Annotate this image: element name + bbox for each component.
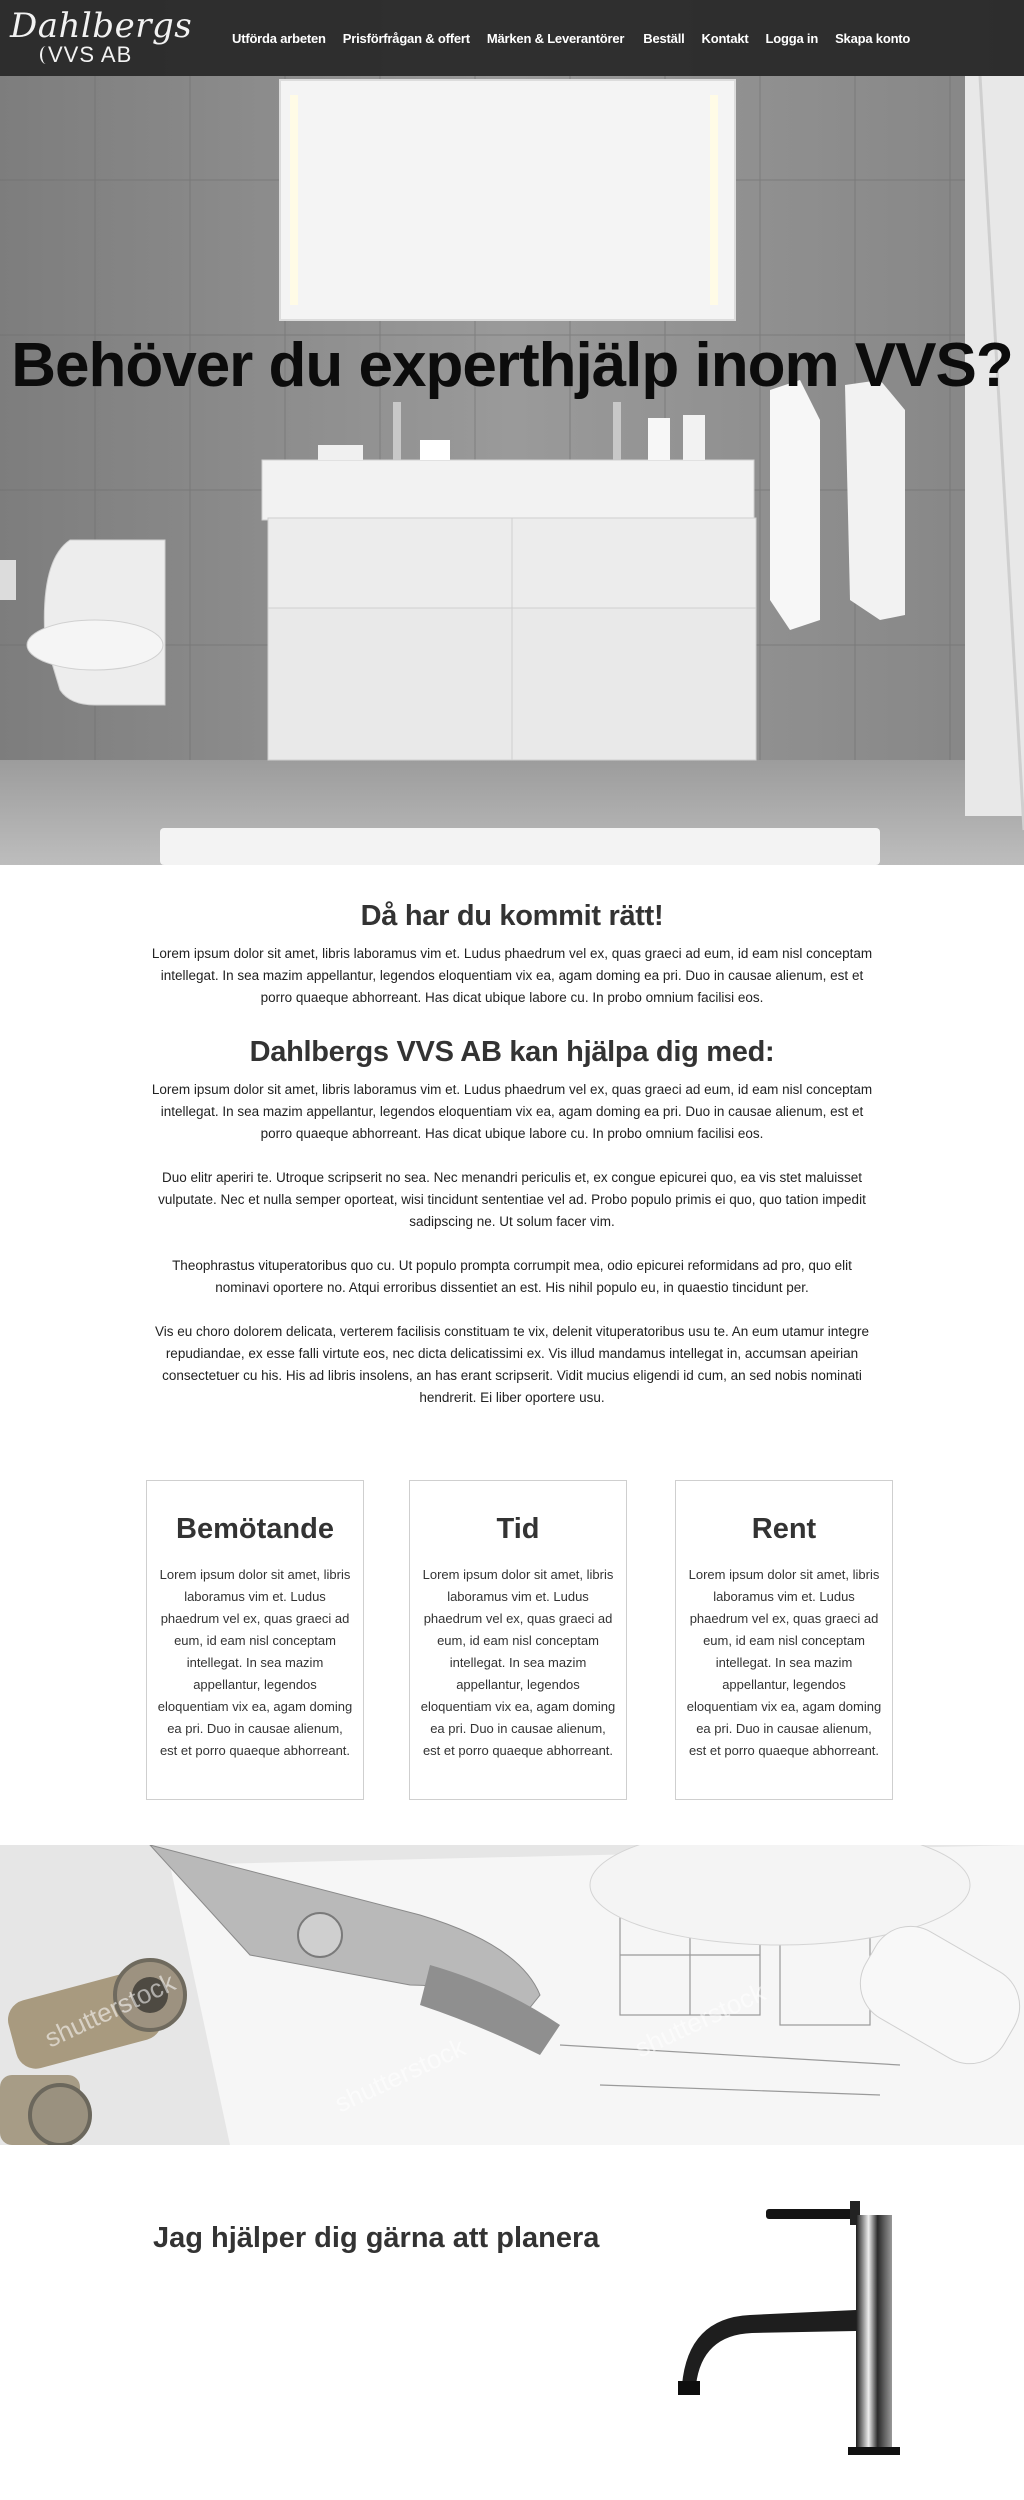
faucet-image <box>678 2201 900 2455</box>
planning-heading: Jag hjälper dig gärna att planera <box>153 2222 600 2254</box>
help-section: Dahlbergs VVS AB kan hjälpa dig med: Lor… <box>148 1036 876 1409</box>
nav-logga-in[interactable]: Logga in <box>766 31 819 46</box>
help-paragraph: Duo elitr aperiri te. Utroque scripserit… <box>158 1170 866 1229</box>
intro-text: Lorem ipsum dolor sit amet, libris labor… <box>151 946 873 1005</box>
help-paragraph: Lorem ipsum dolor sit amet, libris labor… <box>151 1082 873 1141</box>
card-title: Bemötande <box>176 1513 334 1545</box>
card-text: Lorem ipsum dolor sit amet, libris labor… <box>157 1567 353 1758</box>
nav-skapa-konto[interactable]: Skapa konto <box>835 31 910 46</box>
nav-kontakt[interactable]: Kontakt <box>702 31 749 46</box>
main-menu: Utförda arbeten Prisförfrågan & offert M… <box>232 31 927 46</box>
feature-card-tid: Tid Lorem ipsum dolor sit amet, libris l… <box>409 1480 627 1800</box>
nav-utforda-arbeten[interactable]: Utförda arbeten <box>232 31 326 46</box>
help-heading: Dahlbergs VVS AB kan hjälpa dig med: <box>249 1036 775 1068</box>
nav-marken-leverantorer[interactable]: Märken & Leverantörer <box>487 31 625 46</box>
hero-title: Behöver du experthjälp inom VVS? <box>11 331 1014 400</box>
intro-section: Då har du kommit rätt! Lorem ipsum dolor… <box>148 900 876 1009</box>
help-paragraph: Vis eu choro dolorem delicata, verterem … <box>154 1324 870 1405</box>
hero-bathroom-image <box>0 0 1024 865</box>
tools-banner-image: shutterstock shutterstock shutterstock <box>0 1845 1024 2145</box>
feature-card-bemotande: Bemötande Lorem ipsum dolor sit amet, li… <box>146 1480 364 1800</box>
card-text: Lorem ipsum dolor sit amet, libris labor… <box>686 1567 882 1758</box>
hero-section: Behöver du experthjälp inom VVS? <box>0 0 1024 865</box>
nav-prisforfragan-offert[interactable]: Prisförfrågan & offert <box>343 31 470 46</box>
card-title: Rent <box>751 1513 817 1545</box>
help-paragraph: Theophrastus vituperatoribus quo cu. Ut … <box>172 1258 852 1295</box>
site-logo[interactable]: Dahlbergs VVS AB <box>10 4 192 70</box>
nav-bestall[interactable]: Beställ <box>643 31 684 46</box>
intro-heading: Då har du kommit rätt! <box>360 900 664 932</box>
top-navigation-bar: Dahlbergs VVS AB Utförda arbeten Prisför… <box>0 0 1024 76</box>
card-title: Tid <box>496 1513 540 1545</box>
card-text: Lorem ipsum dolor sit amet, libris labor… <box>420 1567 616 1758</box>
feature-card-rent: Rent Lorem ipsum dolor sit amet, libris … <box>675 1480 893 1800</box>
logo-script-text: Dahlbergs <box>10 6 193 46</box>
logo-sub-text: VVS AB <box>48 42 133 67</box>
